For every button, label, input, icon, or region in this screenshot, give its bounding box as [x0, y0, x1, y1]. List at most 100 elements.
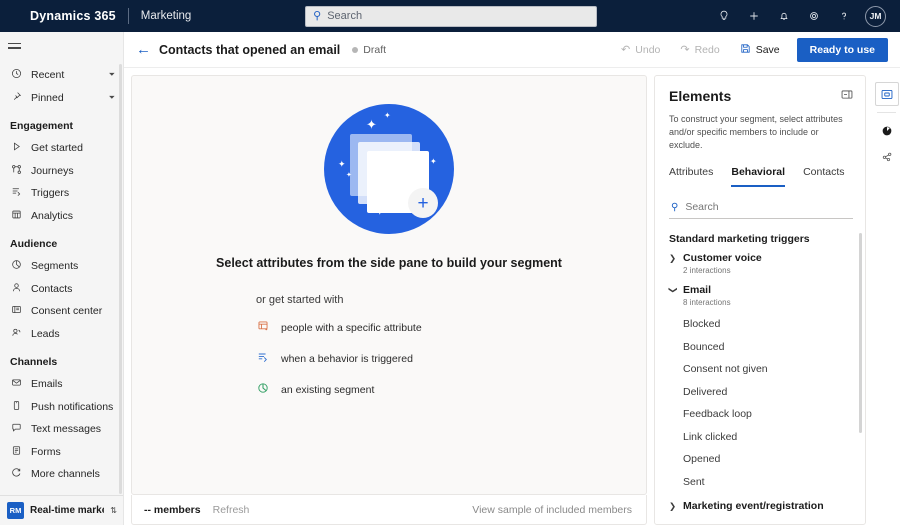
chevron-updown-icon[interactable]: ⇅ — [110, 506, 117, 515]
tree-node-marketing-event-registration[interactable]: ❯ Marketing event/registration — [655, 500, 865, 512]
sidebar-item-recent[interactable]: Recent ⏷ — [0, 64, 123, 87]
canvas-column: + ✦ ✦ ✦ ✦ ✦ ✦ Select attributes from the… — [131, 75, 647, 525]
pin-icon — [10, 91, 23, 105]
sidebar-item-label: Contacts — [31, 282, 73, 295]
tree-children-email: Blocked Bounced Consent not given Delive… — [655, 313, 865, 493]
sidebar-item-pinned[interactable]: Pinned ⏷ — [0, 87, 123, 110]
insights-icon[interactable] — [875, 119, 899, 143]
help-icon[interactable] — [831, 3, 857, 29]
sidebar-item-triggers[interactable]: Triggers — [0, 182, 123, 205]
tree-leaf-feedback-loop[interactable]: Feedback loop — [655, 403, 865, 426]
members-count: -- members — [144, 503, 201, 516]
forms-icon — [10, 445, 23, 459]
lightbulb-icon[interactable] — [711, 3, 737, 29]
sidebar-item-label: Analytics — [31, 209, 74, 222]
clock-icon — [10, 68, 23, 82]
tree-leaf-delivered[interactable]: Delivered — [655, 381, 865, 404]
bell-icon[interactable] — [771, 3, 797, 29]
tree-leaf-consent-not-given[interactable]: Consent not given — [655, 358, 865, 381]
tree-leaf-link-clicked[interactable]: Link clicked — [655, 426, 865, 449]
brand-logo[interactable]: Dynamics 365 — [8, 9, 116, 23]
gear-icon[interactable] — [801, 3, 827, 29]
tree-node-row[interactable]: ❯ Customer voice — [669, 252, 851, 264]
tree-leaf-opened[interactable]: Opened — [655, 448, 865, 471]
sidebar-item-push-notifications[interactable]: Push notifications — [0, 396, 123, 419]
elements-panel-title: Elements — [669, 88, 732, 104]
undo-label: Undo — [635, 43, 661, 56]
right-rail — [873, 75, 900, 525]
tree-node-customer-voice[interactable]: ❯ Customer voice 2 interactions — [655, 252, 865, 275]
plus-icon[interactable] — [741, 3, 767, 29]
canvas-subline: or get started with — [256, 294, 344, 306]
relationships-icon[interactable] — [875, 145, 899, 169]
command-bar-actions: ↶ Undo ↷ Redo Save Ready to use — [612, 37, 888, 62]
segments-icon — [10, 259, 23, 273]
elements-tree-scrollbar[interactable] — [859, 233, 862, 434]
option-existing-segment[interactable]: an existing segment — [256, 382, 422, 397]
sidebar-item-get-started[interactable]: Get started — [0, 137, 123, 160]
refresh-link[interactable]: Refresh — [213, 504, 250, 516]
sidebar-item-label: Segments — [31, 260, 79, 273]
tab-attributes[interactable]: Attributes — [669, 166, 713, 187]
option-people-with-attribute[interactable]: people with a specific attribute — [256, 320, 422, 335]
undo-button[interactable]: ↶ Undo — [612, 38, 669, 61]
sidebar-item-consent-center[interactable]: Consent center — [0, 300, 123, 323]
status-dot-icon — [352, 46, 359, 53]
tree-node-row[interactable]: ❯ Email — [669, 284, 851, 296]
search-placeholder: Search — [327, 10, 363, 22]
chevron-right-icon[interactable]: ❯ — [669, 501, 677, 512]
view-sample-link[interactable]: View sample of included members — [472, 504, 632, 516]
save-label: Save — [755, 43, 780, 56]
sidebar-item-leads[interactable]: Leads — [0, 323, 123, 346]
chevron-down-icon[interactable]: ❯ — [668, 286, 679, 294]
sidebar-scroll-area: Recent ⏷ Pinned ⏷ Engagement Get started — [0, 62, 123, 495]
tab-behavioral[interactable]: Behavioral — [731, 166, 786, 188]
app-name-label[interactable]: Marketing — [141, 10, 192, 22]
sidebar-item-journeys[interactable]: Journeys — [0, 160, 123, 183]
sidebar-item-label: Consent center — [31, 305, 103, 318]
tree-node-row[interactable]: ❯ Marketing event/registration — [669, 500, 851, 512]
sidebar-item-analytics[interactable]: Analytics — [0, 205, 123, 228]
chevron-down-icon[interactable]: ⏷ — [109, 93, 115, 103]
elements-panel-icon[interactable] — [874, 82, 900, 106]
sparkle-icon: ✦ — [338, 159, 346, 169]
global-search-input[interactable]: ⚲ Search — [305, 5, 598, 27]
sidebar-item-forms[interactable]: Forms — [0, 441, 123, 464]
segment-canvas[interactable]: + ✦ ✦ ✦ ✦ ✦ ✦ Select attributes from the… — [131, 75, 647, 495]
option-behavior-triggered[interactable]: when a behavior is triggered — [256, 351, 422, 366]
sidebar-item-text-messages[interactable]: Text messages — [0, 418, 123, 441]
collapse-panel-icon[interactable] — [841, 89, 853, 103]
sparkle-icon: ✦ — [366, 117, 377, 132]
tree-node-label: Marketing event/registration — [683, 500, 824, 513]
sidebar-item-contacts[interactable]: Contacts — [0, 278, 123, 301]
area-switcher[interactable]: RM Real-time marketi... ⇅ — [0, 495, 123, 525]
sidebar-item-label: Emails — [31, 378, 63, 391]
canvas-quick-start-options: people with a specific attribute when a … — [256, 320, 422, 397]
sidebar-toggle-button[interactable] — [0, 32, 123, 62]
tree-node-email[interactable]: ❯ Email 8 interactions — [655, 284, 865, 307]
chevron-down-icon[interactable]: ⏷ — [109, 70, 115, 80]
undo-icon: ↶ — [621, 44, 631, 56]
save-button[interactable]: Save — [731, 38, 789, 62]
command-bar: ← Contacts that opened an email Draft ↶ … — [124, 32, 900, 68]
redo-button[interactable]: ↷ Redo — [671, 38, 728, 61]
elements-panel-header: Elements — [655, 76, 865, 113]
more-channels-icon — [10, 467, 23, 481]
contact-icon — [10, 282, 23, 296]
avatar[interactable]: JM — [865, 5, 886, 27]
sidebar-item-more-channels[interactable]: More channels — [0, 463, 123, 486]
tree-leaf-bounced[interactable]: Bounced — [655, 336, 865, 359]
ready-to-use-button[interactable]: Ready to use — [796, 37, 888, 62]
sidebar-scrollbar[interactable] — [119, 64, 122, 494]
tree-leaf-sent[interactable]: Sent — [655, 471, 865, 494]
sidebar-item-label: Pinned — [31, 91, 64, 104]
tab-contacts[interactable]: Contacts — [803, 166, 844, 187]
back-arrow-icon[interactable]: ← — [134, 41, 159, 58]
sidebar-item-segments[interactable]: Segments — [0, 255, 123, 278]
elements-search-input[interactable]: ⚲ Search — [669, 197, 853, 220]
sidebar-item-emails[interactable]: Emails — [0, 373, 123, 396]
tree-leaf-blocked[interactable]: Blocked — [655, 313, 865, 336]
chevron-right-icon[interactable]: ❯ — [669, 253, 677, 264]
journeys-icon — [10, 164, 23, 178]
sparkle-icon: ✦ — [346, 172, 352, 179]
